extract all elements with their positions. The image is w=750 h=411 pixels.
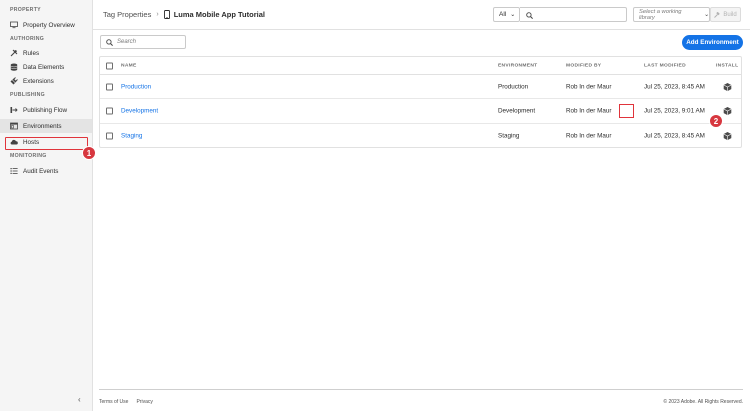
sidebar-item-environments[interactable]: Environments [0,119,92,133]
column-header-name[interactable]: NAME [121,63,137,68]
chevron-down-icon: ⌄ [704,11,709,18]
working-library-placeholder: Select a working library [639,8,682,21]
environment-search-input[interactable]: Search [100,35,186,49]
hammer-icon [714,11,721,18]
sidebar-item-label: Data Elements [23,63,65,71]
filter-value: All [499,11,507,18]
select-all-checkbox[interactable] [106,62,113,69]
chevron-right-icon: › [156,11,159,18]
database-icon [10,63,18,71]
modified-by: Rob In der Maur [566,107,612,115]
sidebar-item-extensions[interactable]: Extensions [0,74,92,88]
terms-of-use-link[interactable]: Terms of Use [99,399,128,405]
build-label: Build [723,11,737,18]
row-checkbox[interactable] [106,107,113,115]
sidebar-item-property-overview[interactable]: Property Overview [0,18,92,32]
tools-icon [10,49,18,57]
search-icon [526,6,533,24]
sidebar-item-label: Audit Events [23,167,59,175]
environment-name-link[interactable]: Development [121,108,158,115]
environments-table: NAME ENVIRONMENT MODIFIED BY LAST MODIFI… [99,56,742,148]
browser-window-icon [10,122,18,130]
environment-name-link[interactable]: Production [121,83,151,90]
modified-by: Rob In der Maur [566,132,612,139]
list-icon [10,167,18,175]
sidebar-item-publishing-flow[interactable]: Publishing Flow [0,103,92,117]
sidebar-item-label: Extensions [23,77,54,85]
top-bar: Tag Properties › Luma Mobile App Tutoria… [93,0,750,30]
working-library-select[interactable]: Select a working library ⌄ [633,7,710,22]
flow-icon [10,106,18,114]
table-row: Development Development Rob In der Maur … [100,99,741,124]
sidebar-item-label: Rules [23,49,40,57]
breadcrumb-parent[interactable]: Tag Properties [103,10,151,19]
sidebar-item-label: Property Overview [23,21,75,29]
environment-name-link[interactable]: Staging [121,132,142,139]
install-box-icon[interactable] [723,131,732,140]
collapse-sidebar-icon[interactable]: ‹ [78,395,81,404]
callout-badge-2: 2 [709,114,723,128]
breadcrumb: Tag Properties › Luma Mobile App Tutoria… [103,10,265,19]
install-highlight [619,104,634,118]
monitor-icon [10,21,18,29]
build-button[interactable]: Build [710,7,741,22]
sidebar-item-label: Publishing Flow [23,106,68,114]
column-header-modified-by[interactable]: MODIFIED BY [566,63,601,68]
row-checkbox[interactable] [106,83,113,90]
environment-type: Production [498,83,529,90]
environment-type: Development [498,107,536,115]
filter-select[interactable]: All ⌄ [493,7,520,22]
install-box-icon[interactable] [723,82,732,91]
plug-icon [10,77,18,85]
install-box-icon[interactable] [723,107,732,116]
last-modified: Jul 25, 2023, 8:45 AM [644,83,705,90]
section-authoring: AUTHORING [10,36,45,42]
copyright: © 2023 Adobe. All Rights Reserved. [663,399,743,405]
column-header-last-modified[interactable]: LAST MODIFIED [644,63,686,68]
column-header-install: INSTALL [716,63,739,68]
section-monitoring: MONITORING [10,153,47,159]
table-header-row: NAME ENVIRONMENT MODIFIED BY LAST MODIFI… [100,57,741,75]
last-modified: Jul 25, 2023, 9:01 AM [644,107,705,115]
search-placeholder: Search [117,39,137,45]
search-icon [106,38,113,46]
row-checkbox[interactable] [106,132,113,139]
section-property: PROPERTY [10,7,41,13]
sidebar-item-data-elements[interactable]: Data Elements [0,60,92,74]
environments-highlight [5,137,88,150]
sidebar-item-rules[interactable]: Rules [0,46,92,60]
table-row: Production Production Rob In der Maur Ju… [100,75,741,99]
chevron-down-icon: ⌄ [510,12,516,18]
section-publishing: PUBLISHING [10,92,45,98]
modified-by: Rob In der Maur [566,83,612,90]
environment-type: Staging [498,132,520,139]
breadcrumb-current: Luma Mobile App Tutorial [173,10,265,19]
top-search-input[interactable] [520,7,627,22]
mobile-device-icon [163,10,170,19]
footer: Terms of Use Privacy © 2023 Adobe. All R… [99,389,743,411]
privacy-link[interactable]: Privacy [136,399,152,405]
last-modified: Jul 25, 2023, 8:45 AM [644,132,705,139]
add-environment-button[interactable]: Add Environment [682,35,743,50]
callout-badge-1: 1 [82,146,96,160]
sidebar: PROPERTY Property Overview AUTHORING Rul… [0,0,93,411]
sidebar-item-label: Environments [23,122,62,130]
sidebar-item-audit-events[interactable]: Audit Events [0,164,92,178]
table-row: Staging Staging Rob In der Maur Jul 25, … [100,124,741,147]
column-header-environment[interactable]: ENVIRONMENT [498,63,537,68]
